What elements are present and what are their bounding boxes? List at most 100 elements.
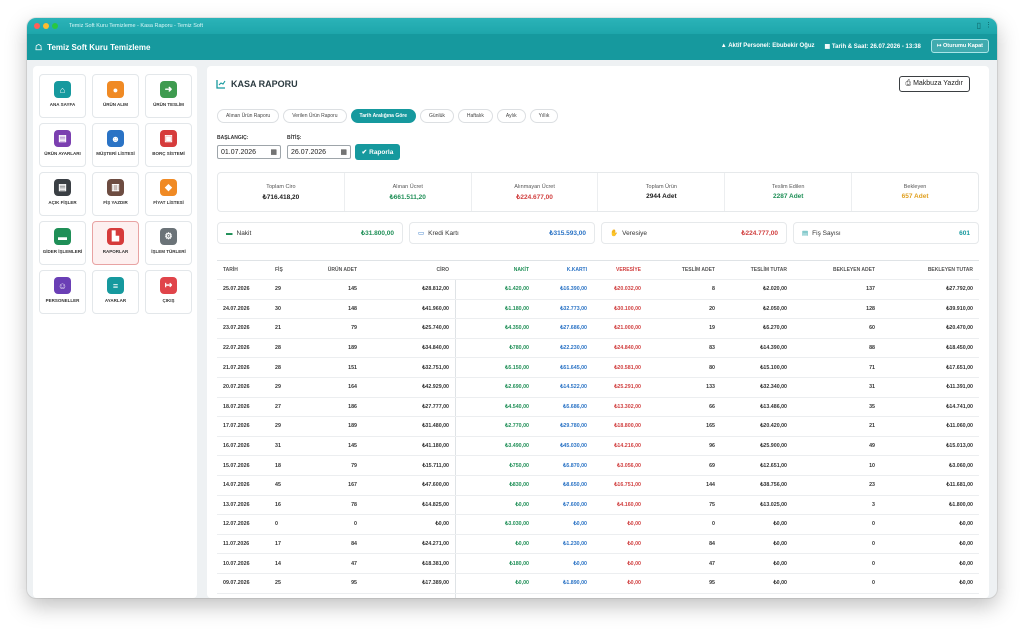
maximize-window-button[interactable] [52,23,58,29]
table-row[interactable]: 23.07.2026 21 79 ₺25.740,00 ₺4.350,00 ₺27.686… [217,319,979,339]
table-cell: 75 [709,501,715,508]
sidebar-tile[interactable]: ▙ RAPORLAR [92,221,139,265]
table-cell: 148 [348,305,357,312]
sidebar-tile[interactable]: ↦ ÇIKIŞ [145,270,192,314]
table-cell: ₺14.741,00 [946,403,973,410]
payment-cards: ▬ Nakit ₺31.800,00 ▭ Kredi Kartı ₺315.593,00 ✋… [217,222,979,244]
sidebar-tile[interactable]: ▣ BORÇ SİSTEMİ [145,123,192,167]
report-tab[interactable]: Verilen Ürün Raporu [283,109,347,123]
table-row[interactable]: 24.07.2026 30 148 ₺41.960,00 ₺1.180,00 ₺32.77… [217,300,979,320]
product-settings-icon: ▤ [54,130,71,147]
payment-label-group: ▬ Nakit [226,230,251,237]
table-cell: ₺1.420,00 [505,286,529,293]
table-row[interactable]: 12.07.2026 0 0 ₺0,00 ₺3.030,00 ₺0,00 ₺0,00 0 ₺0,… [217,515,979,535]
sidebar-tile[interactable]: ⚙ İŞLEM TÜRLERİ [145,221,192,265]
logout-button[interactable]: ↦ Oturumu Kapat [930,39,989,53]
table-row[interactable]: 15.07.2026 18 79 ₺15.711,00 ₺750,00 ₺5.870,00… [217,456,979,476]
table-cell: ₺0,00 [717,594,787,599]
table-row[interactable]: 09.07.2026 25 95 ₺17.389,00 ₺0,00 ₺1.890,00 ₺0… [217,574,979,594]
stat-value: 657 Adet [901,193,929,200]
table-cell: ₺0,00 [515,580,529,587]
sidebar-tile[interactable]: ☺ PERSONELLER [39,270,86,314]
end-date-label: BİTİŞ: [287,135,302,141]
table-cell: ₺32.773,00 [560,305,587,312]
start-date-input[interactable]: 01.07.2026 ▦ [217,145,281,159]
table-cell: 19 [709,325,715,332]
column-header: ÜRÜN ADET [327,267,357,273]
debt-icon: ▣ [160,130,177,147]
table-row[interactable]: 20.07.2026 29 164 ₺42.929,00 ₺2.690,00 ₺14.52… [217,378,979,398]
table-cell: 35 [869,403,875,410]
report-tab[interactable]: Haftalık [457,109,493,123]
table-cell: ₺2.690,00 [505,384,529,391]
report-icon: ▙ [107,228,124,245]
summary-stats: Toplam Ciro ₺716.418,20 Alınan Ücret ₺661.5… [217,172,979,212]
table-row[interactable]: 13.07.2026 16 78 ₺14.825,00 ₺0,00 ₺7.600,00 ₺4… [217,496,979,516]
sidebar-tile[interactable]: ▬ GİDER İŞLEMLERİ [39,221,86,265]
table-row[interactable]: 18.07.2026 27 186 ₺27.777,00 ₺4.540,00 ₺5.686… [217,398,979,418]
calendar-picker-icon[interactable]: ▦ [270,148,277,156]
date-time-text: Tarih & Saat: 26.07.2026 - 13:38 [831,43,921,50]
table-cell: 28 [275,364,281,371]
sidebar-tile-label: AÇIK FİŞLER [48,200,77,205]
sidebar-tile-label: AYARLAR [104,298,127,303]
sidebar-tile-label: İŞLEM TÜRLERİ [151,249,186,254]
close-window-button[interactable] [34,23,40,29]
sidebar-tile[interactable]: ● ÜRÜN ALIM [92,74,139,118]
logout-icon: ↦ [160,277,177,294]
table-row[interactable]: 10.07.2026 14 47 ₺18.381,00 ₺180,00 ₺0,00 ₺0,0… [217,554,979,574]
table-cell: 0 [354,521,357,528]
sidebar-tile[interactable]: ☻ MÜŞTERİ LİSTESİ [92,123,139,167]
report-tab[interactable]: Aylık [496,109,526,123]
sidebar-tile[interactable]: ▤ AÇIK FİŞLER [39,172,86,216]
sidebar-tile[interactable]: ≡ AYARLAR [92,270,139,314]
table-row[interactable]: 21.07.2026 28 151 ₺32.751,00 ₺5.150,00 ₺51.64… [217,358,979,378]
stat-value: ₺716.418,20 [262,193,300,201]
menu-icon[interactable]: ▯ [977,21,981,31]
sidebar-tile[interactable]: ⌂ ANA SAYFA [39,74,86,118]
calendar-picker-icon[interactable]: ▦ [340,148,347,156]
table-row[interactable]: 16.07.2026 31 145 ₺41.180,00 ₺3.490,00 ₺45.03… [217,437,979,457]
table-cell: 60 [869,325,875,332]
table-cell: 23.07.2026 [223,325,250,332]
receipt-icon: ▤ [54,179,71,196]
table-cell: ₺13.025,00 [760,501,787,508]
table-cell: ₺27.686,00 [560,325,587,332]
more-icon[interactable]: ⋮ [985,21,992,31]
report-button[interactable]: ✔ Raporla [355,144,400,160]
table-cell: ₺830,00 [509,482,529,489]
table-cell: ₺17.389,00 [422,580,449,587]
table-cell: ₺13.302,00 [614,403,641,410]
report-tab[interactable]: Tarih Aralığına Göre [350,109,417,123]
table-cell: ₺25.291,00 [614,384,641,391]
stat-label: Toplam Ciro [266,183,296,190]
report-tab[interactable]: Alınan Ürün Raporu [217,109,280,123]
print-receipt-button[interactable]: ⎙ Makbuza Yazdır [898,76,970,92]
sidebar-tile[interactable]: ◆ FİYAT LİSTESİ [145,172,192,216]
table-cell: ₺2.770,00 [505,423,529,430]
table-cell: 142 [309,594,357,599]
end-date-input[interactable]: 26.07.2026 ▦ [287,145,351,159]
table-cell: ₺0,00 [573,521,587,528]
table-row[interactable]: 22.07.2026 28 189 ₺34.840,00 ₺780,00 ₺22.230,… [217,339,979,359]
table-row[interactable]: 25.07.2026 29 145 ₺28.812,00 ₺1.420,00 ₺16.39… [217,280,979,300]
table-row[interactable]: 14.07.2026 45 167 ₺47.600,00 ₺830,00 ₺8.650,0… [217,476,979,496]
report-tab[interactable]: Yıllık [529,109,559,123]
table-cell: 12.07.2026 [223,521,250,528]
sidebar-tile[interactable]: ▤ ÜRÜN AYARLARI [39,123,86,167]
stat-card: Toplam Ciro ₺716.418,20 [218,173,345,211]
sidebar-tile-label: FİYAT LİSTESİ [153,200,184,205]
table-cell: ₺3.060,00 [949,462,973,469]
minimize-window-button[interactable] [43,23,49,29]
table-row[interactable]: 11.07.2026 17 84 ₺24.271,00 ₺0,00 ₺1.230,00 ₺0… [217,535,979,555]
sidebar-tile[interactable]: ▥ FİŞ YAZDIR [92,172,139,216]
payment-label: Veresiye [622,229,648,237]
table-cell: 0 [872,560,875,567]
table-row[interactable]: 08.07.202623142₺43.430,00₺0,00₺0,00₺0,00… [217,594,979,599]
table-row[interactable]: 17.07.2026 29 189 ₺31.480,00 ₺2.770,00 ₺29.78… [217,417,979,437]
sidebar-tile[interactable]: ➜ ÜRÜN TESLİM [145,74,192,118]
table-cell: 17 [275,541,281,548]
stat-card: Toplam Ürün 2944 Adet [598,173,726,211]
table-cell: 17.07.2026 [223,423,250,430]
report-tab[interactable]: Günlük [420,109,454,123]
